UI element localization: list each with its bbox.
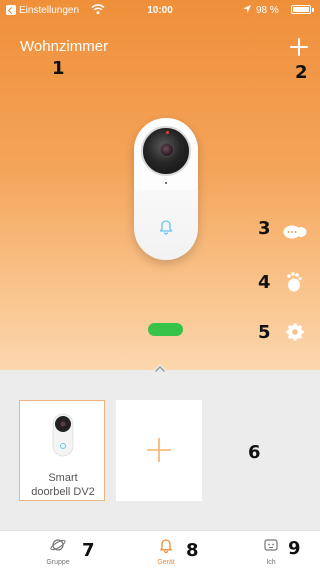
annotation-marker: 2 bbox=[295, 62, 308, 83]
status-bar: Einstellungen 10:00 98 % bbox=[0, 0, 320, 20]
annotation-marker: 3 bbox=[258, 218, 271, 239]
camera-lens bbox=[160, 143, 174, 157]
status-indicator-pill[interactable] bbox=[148, 323, 183, 336]
plus-icon[interactable] bbox=[289, 37, 309, 57]
device-card[interactable]: Smart doorbell DV2 bbox=[19, 400, 105, 501]
annotation-marker: 6 bbox=[248, 442, 261, 463]
robot-face-icon bbox=[264, 539, 278, 551]
tab-gruppe[interactable]: Gruppe bbox=[28, 531, 88, 571]
annotation-marker: 5 bbox=[258, 322, 271, 343]
annotation-marker: 9 bbox=[288, 538, 301, 559]
camera-indicator-dot bbox=[166, 131, 169, 134]
footprints-icon[interactable] bbox=[284, 270, 310, 292]
planet-icon bbox=[50, 539, 66, 551]
gear-icon[interactable] bbox=[284, 321, 310, 343]
annotation-marker: 8 bbox=[186, 540, 199, 561]
camera-lens-ring bbox=[141, 126, 191, 176]
annotation-marker: 1 bbox=[52, 58, 65, 79]
doorbell-camera-housing bbox=[134, 118, 198, 190]
room-title[interactable]: Wohnzimmer bbox=[20, 38, 108, 55]
device-bell-icon bbox=[160, 539, 172, 553]
annotation-marker: 4 bbox=[258, 272, 271, 293]
chat-bubbles-icon[interactable] bbox=[282, 221, 308, 243]
annotation-marker: 7 bbox=[82, 540, 95, 561]
tab-bar: Gruppe Gerät Ich bbox=[0, 530, 320, 571]
battery-tip bbox=[312, 8, 314, 12]
tab-label: Gruppe bbox=[46, 559, 70, 566]
device-card-label: Smart doorbell DV2 bbox=[20, 471, 106, 499]
plus-icon bbox=[147, 438, 171, 462]
device-label-line2: doorbell DV2 bbox=[31, 486, 95, 498]
chevron-up-icon[interactable] bbox=[150, 362, 170, 374]
doorbell-device[interactable] bbox=[134, 118, 198, 260]
sensor-dot bbox=[165, 182, 167, 184]
location-arrow-icon bbox=[243, 5, 251, 13]
add-device-card[interactable] bbox=[116, 400, 202, 501]
battery-percent: 98 % bbox=[256, 5, 279, 16]
battery-icon bbox=[291, 5, 311, 14]
tab-label: Ich bbox=[266, 559, 276, 566]
doorbell-thumbnail bbox=[52, 413, 74, 457]
device-label-line1: Smart bbox=[48, 472, 78, 484]
bell-icon[interactable] bbox=[156, 216, 176, 236]
